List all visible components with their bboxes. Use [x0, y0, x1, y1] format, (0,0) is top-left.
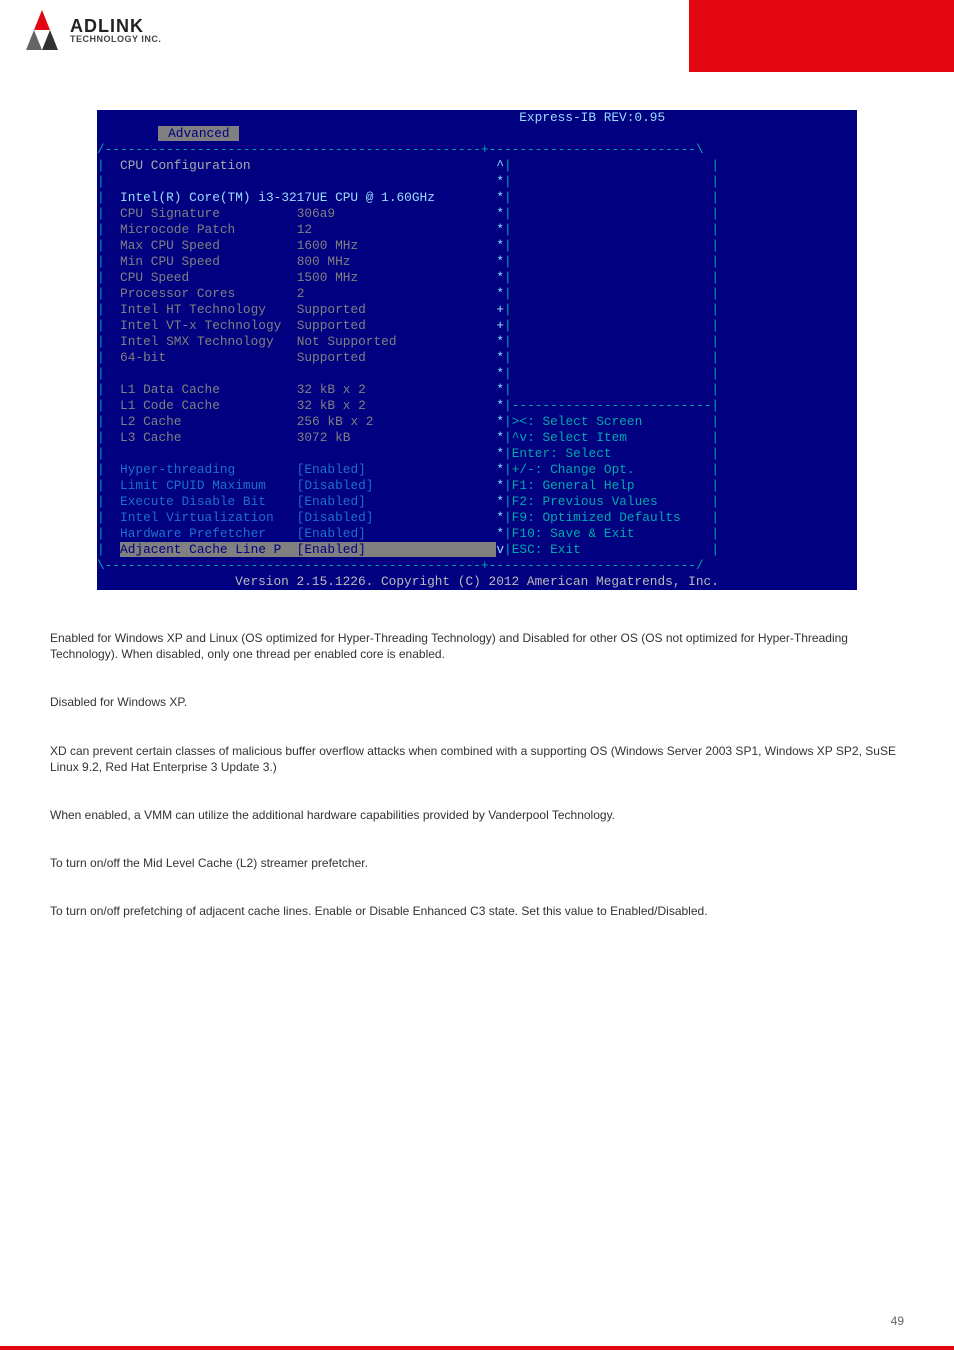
body-paragraph: To turn on/off the Mid Level Cache (L2) …	[50, 855, 904, 871]
adlink-logo-icon	[20, 8, 64, 52]
body-paragraph: XD can prevent certain classes of malici…	[50, 743, 904, 775]
document-body: Enabled for Windows XP and Linux (OS opt…	[50, 630, 904, 920]
brand-block: ADLINK TECHNOLOGY INC.	[20, 8, 161, 52]
bios-terminal: Express-IB REV:0.95 Advanced /----------…	[97, 110, 857, 590]
body-paragraph: When enabled, a VMM can utilize the addi…	[50, 807, 904, 823]
footer-accent-bar	[0, 1346, 954, 1350]
page-number: 49	[891, 1314, 904, 1328]
body-paragraph: Enabled for Windows XP and Linux (OS opt…	[50, 630, 904, 662]
bios-footer: Version 2.15.1226. Copyright (C) 2012 Am…	[97, 574, 857, 590]
body-paragraph: Disabled for Windows XP.	[50, 694, 904, 710]
brand-name: ADLINK	[70, 17, 161, 35]
header-accent-bar	[689, 0, 954, 72]
brand-subtitle: TECHNOLOGY INC.	[70, 35, 161, 44]
bios-tab-advanced[interactable]: Advanced	[158, 126, 239, 141]
body-paragraph: To turn on/off prefetching of adjacent c…	[50, 903, 904, 919]
page-header: ADLINK TECHNOLOGY INC.	[0, 0, 954, 72]
